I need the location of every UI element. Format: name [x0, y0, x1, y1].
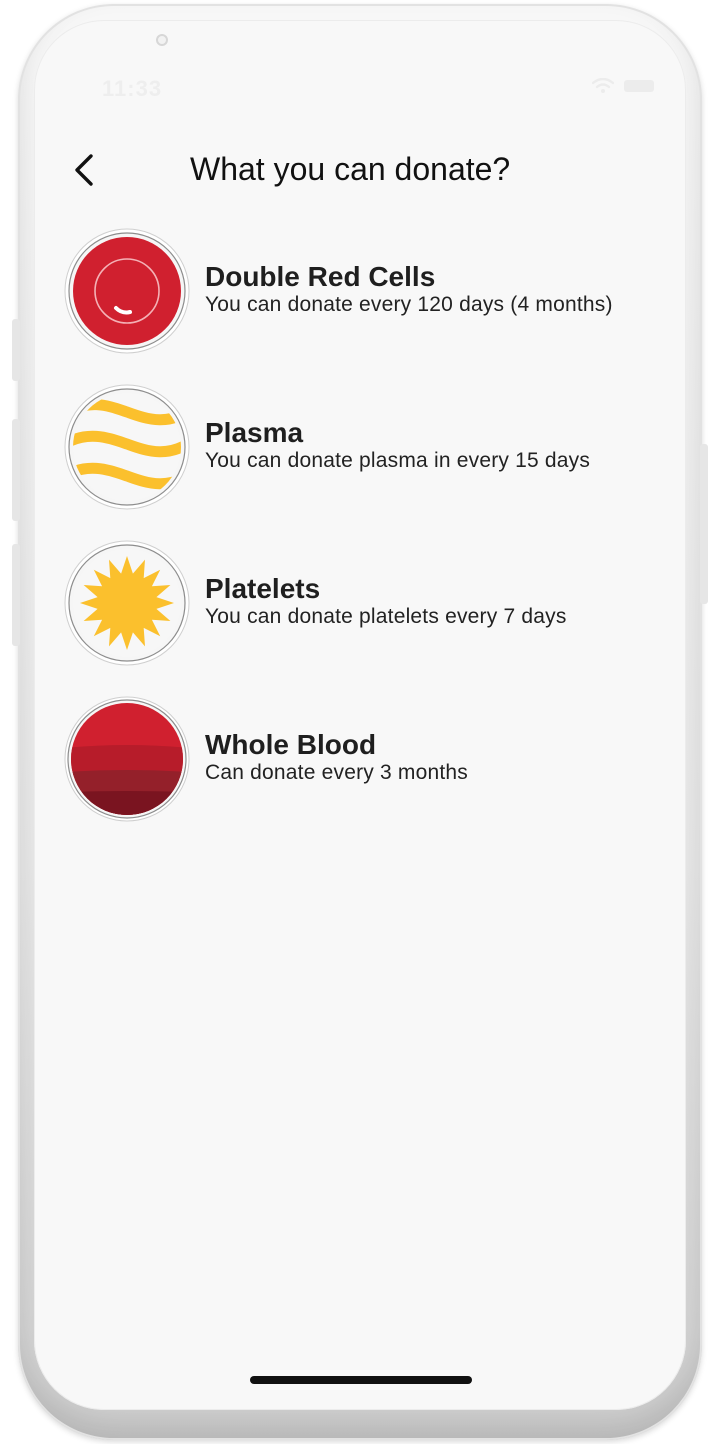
chevron-left-icon [75, 154, 93, 186]
donation-item-text: Plasma You can donate plasma in every 15… [205, 418, 675, 474]
wifi-icon [592, 78, 614, 93]
status-time: 11:33 [102, 76, 163, 101]
donation-item-whole-blood[interactable]: Whole Blood Can donate every 3 months [64, 696, 664, 822]
status-icons [592, 78, 654, 94]
donation-item-subtitle: You can donate plasma in every 15 days [205, 449, 591, 472]
home-indicator[interactable] [250, 1376, 472, 1384]
donation-item-subtitle: You can donate every 120 days (4 months) [205, 293, 613, 316]
donation-item-plasma[interactable]: Plasma You can donate plasma in every 15… [64, 384, 664, 510]
donation-item-title: Plasma [205, 417, 304, 448]
donation-item-platelets[interactable]: Platelets You can donate platelets every… [64, 540, 664, 666]
battery-icon [624, 80, 654, 92]
donation-item-double-red-cells[interactable]: Double Red Cells You can donate every 12… [64, 228, 664, 354]
donation-item-title: Double Red Cells [205, 261, 436, 292]
page-title: What you can donate? [190, 151, 511, 187]
platelet-star-icon [64, 540, 190, 666]
app-screen: 11:33 What you can donate? Double Red Ce… [34, 20, 686, 1410]
donation-item-subtitle: You can donate platelets every 7 days [205, 605, 567, 628]
camera-icon [156, 34, 168, 46]
donation-item-title: Platelets [205, 573, 321, 604]
plasma-waves-icon [64, 384, 190, 510]
donation-item-text: Double Red Cells You can donate every 12… [205, 262, 675, 318]
donation-item-text: Platelets You can donate platelets every… [205, 574, 675, 630]
volume-down-button [12, 544, 20, 646]
mute-switch [12, 319, 20, 381]
whole-blood-icon [64, 696, 190, 822]
donation-item-title: Whole Blood [205, 729, 377, 760]
volume-up-button [12, 419, 20, 521]
red-cell-icon [64, 228, 190, 354]
donation-item-subtitle: Can donate every 3 months [205, 761, 468, 784]
back-button[interactable] [64, 148, 104, 192]
donation-item-text: Whole Blood Can donate every 3 months [205, 730, 675, 786]
power-button [700, 444, 708, 604]
